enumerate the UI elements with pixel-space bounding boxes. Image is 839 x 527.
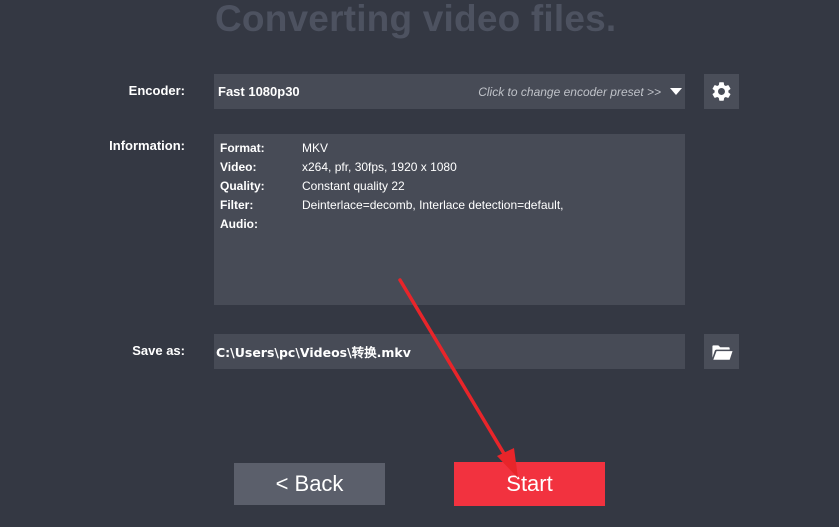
information-label: Information: <box>109 138 185 153</box>
encoder-settings-button[interactable] <box>704 74 739 109</box>
encoder-label: Encoder: <box>128 83 185 98</box>
info-value: Deinterlace=decomb, Interlace detection=… <box>302 198 564 212</box>
browse-folder-button[interactable] <box>704 334 739 369</box>
back-button[interactable]: < Back <box>234 463 385 505</box>
info-key: Filter: <box>220 198 254 212</box>
save-path-input[interactable] <box>214 334 685 369</box>
info-value: Constant quality 22 <box>302 179 405 193</box>
info-key: Video: <box>220 160 257 174</box>
save-as-label: Save as: <box>132 343 185 358</box>
info-row-filter: Filter: Deinterlace=decomb, Interlace det… <box>220 198 564 212</box>
page-title: Converting video files. <box>215 0 617 39</box>
gear-icon <box>712 82 731 101</box>
info-key: Format: <box>220 141 265 155</box>
information-panel: Format: MKV Video: x264, pfr, 30fps, 1920 … <box>214 134 685 305</box>
info-row-quality: Quality: Constant quality 22 <box>220 179 405 193</box>
encoder-preset-hint: Click to change encoder preset >> <box>478 85 661 99</box>
info-row-audio: Audio: <box>220 217 302 231</box>
start-button[interactable]: Start <box>454 462 605 506</box>
folder-open-icon <box>712 345 733 360</box>
info-row-format: Format: MKV <box>220 141 328 155</box>
info-value: x264, pfr, 30fps, 1920 x 1080 <box>302 160 457 174</box>
info-row-video: Video: x264, pfr, 30fps, 1920 x 1080 <box>220 160 457 174</box>
info-key: Quality: <box>220 179 265 193</box>
encoder-preset-select[interactable]: Fast 1080p30 Click to change encoder pre… <box>214 74 685 109</box>
info-value: MKV <box>302 141 329 155</box>
encoder-preset-value: Fast 1080p30 <box>218 84 300 99</box>
dropdown-arrow-icon <box>670 88 682 95</box>
info-key: Audio: <box>220 217 258 231</box>
